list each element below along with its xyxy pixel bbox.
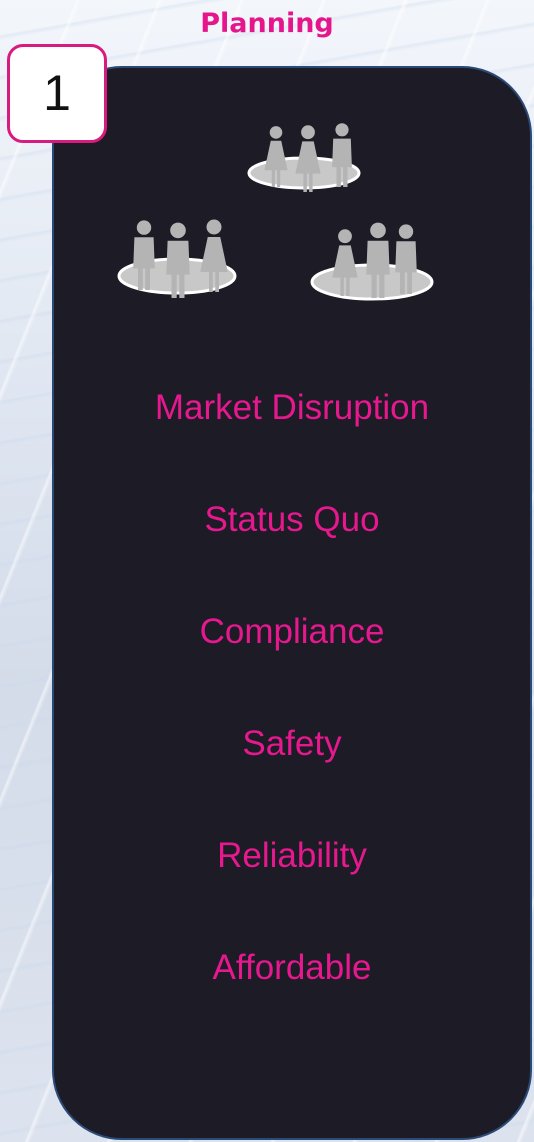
people-group-icon xyxy=(117,219,237,298)
people-group-icon xyxy=(310,222,434,301)
stakeholder-groups xyxy=(117,123,434,301)
list-item-market-disruption: Market Disruption xyxy=(154,388,430,427)
page-title: Planning xyxy=(200,8,334,39)
list-item-affordable: Affordable xyxy=(212,948,372,987)
list-item-reliability: Reliability xyxy=(217,836,367,875)
list-item-status-quo: Status Quo xyxy=(204,500,380,539)
people-group-icon xyxy=(247,123,361,192)
list-item-safety: Safety xyxy=(242,724,342,763)
planning-considerations-list: Market Disruption Status Quo Compliance … xyxy=(52,374,532,1046)
list-item-compliance: Compliance xyxy=(199,612,385,651)
